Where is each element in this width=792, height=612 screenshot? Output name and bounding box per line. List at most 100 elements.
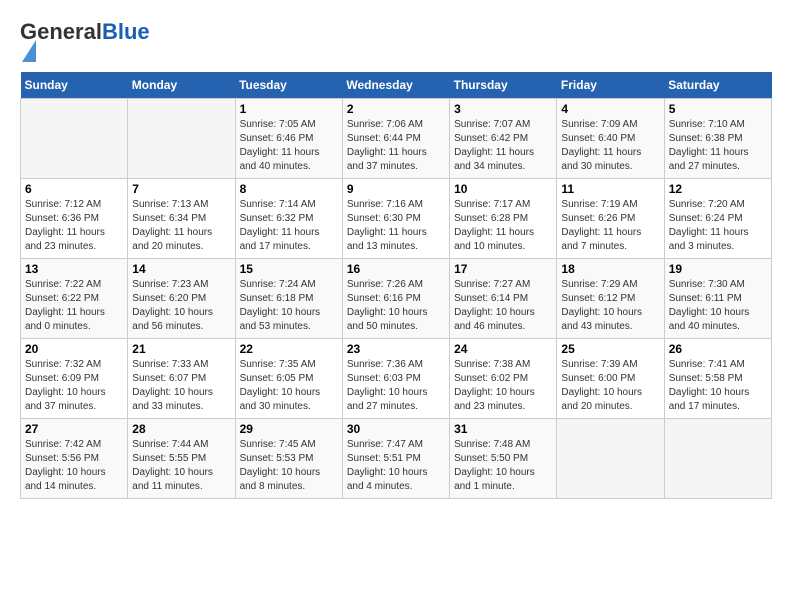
calendar-cell: 23 Sunrise: 7:36 AMSunset: 6:03 PMDayligh… bbox=[342, 339, 449, 419]
day-info: Sunrise: 7:38 AMSunset: 6:02 PMDaylight:… bbox=[454, 358, 552, 414]
calendar-cell: 3 Sunrise: 7:07 AMSunset: 6:42 PMDaylight… bbox=[450, 99, 557, 179]
calendar-cell: 29 Sunrise: 7:45 AMSunset: 5:53 PMDayligh… bbox=[235, 419, 342, 499]
day-number: 4 bbox=[561, 102, 659, 116]
day-number: 9 bbox=[347, 182, 445, 196]
day-info: Sunrise: 7:22 AMSunset: 6:22 PMDaylight:… bbox=[25, 278, 123, 334]
day-info: Sunrise: 7:20 AMSunset: 6:24 PMDaylight:… bbox=[669, 198, 767, 254]
day-number: 10 bbox=[454, 182, 552, 196]
calendar-table: SundayMondayTuesdayWednesdayThursdayFrid… bbox=[20, 72, 772, 499]
header-row: SundayMondayTuesdayWednesdayThursdayFrid… bbox=[21, 72, 772, 99]
week-row-4: 20 Sunrise: 7:32 AMSunset: 6:09 PMDayligh… bbox=[21, 339, 772, 419]
day-info: Sunrise: 7:12 AMSunset: 6:36 PMDaylight:… bbox=[25, 198, 123, 254]
calendar-cell: 31Sunrise: 7:48 AMSunset: 5:50 PMDayligh… bbox=[450, 419, 557, 499]
day-info: Sunrise: 7:16 AMSunset: 6:30 PMDaylight:… bbox=[347, 198, 445, 254]
calendar-cell: 13 Sunrise: 7:22 AMSunset: 6:22 PMDayligh… bbox=[21, 259, 128, 339]
day-info: Sunrise: 7:07 AMSunset: 6:42 PMDaylight:… bbox=[454, 118, 552, 174]
calendar-cell: 25Sunrise: 7:39 AMSunset: 6:00 PMDayligh… bbox=[557, 339, 664, 419]
day-number: 17 bbox=[454, 262, 552, 276]
day-info: Sunrise: 7:13 AMSunset: 6:34 PMDaylight:… bbox=[132, 198, 230, 254]
col-header-tuesday: Tuesday bbox=[235, 72, 342, 99]
calendar-cell: 22Sunrise: 7:35 AMSunset: 6:05 PMDayligh… bbox=[235, 339, 342, 419]
calendar-cell: 24Sunrise: 7:38 AMSunset: 6:02 PMDayligh… bbox=[450, 339, 557, 419]
day-number: 23 bbox=[347, 342, 445, 356]
day-info: Sunrise: 7:42 AMSunset: 5:56 PMDaylight:… bbox=[25, 438, 123, 494]
day-number: 18 bbox=[561, 262, 659, 276]
day-number: 6 bbox=[25, 182, 123, 196]
col-header-friday: Friday bbox=[557, 72, 664, 99]
day-number: 30 bbox=[347, 422, 445, 436]
day-info: Sunrise: 7:14 AMSunset: 6:32 PMDaylight:… bbox=[240, 198, 338, 254]
calendar-cell bbox=[128, 99, 235, 179]
page-header: GeneralBlue bbox=[20, 20, 772, 62]
day-number: 12 bbox=[669, 182, 767, 196]
day-info: Sunrise: 7:44 AMSunset: 5:55 PMDaylight:… bbox=[132, 438, 230, 494]
calendar-cell: 15Sunrise: 7:24 AMSunset: 6:18 PMDayligh… bbox=[235, 259, 342, 339]
day-number: 16 bbox=[347, 262, 445, 276]
day-number: 14 bbox=[132, 262, 230, 276]
calendar-cell: 10 Sunrise: 7:17 AMSunset: 6:28 PMDayligh… bbox=[450, 179, 557, 259]
day-info: Sunrise: 7:33 AMSunset: 6:07 PMDaylight:… bbox=[132, 358, 230, 414]
col-header-sunday: Sunday bbox=[21, 72, 128, 99]
day-info: Sunrise: 7:26 AMSunset: 6:16 PMDaylight:… bbox=[347, 278, 445, 334]
day-info: Sunrise: 7:47 AMSunset: 5:51 PMDaylight:… bbox=[347, 438, 445, 494]
day-number: 22 bbox=[240, 342, 338, 356]
calendar-cell: 14 Sunrise: 7:23 AMSunset: 6:20 PMDayligh… bbox=[128, 259, 235, 339]
day-info: Sunrise: 7:06 AMSunset: 6:44 PMDaylight:… bbox=[347, 118, 445, 174]
day-number: 8 bbox=[240, 182, 338, 196]
calendar-cell: 12 Sunrise: 7:20 AMSunset: 6:24 PMDayligh… bbox=[664, 179, 771, 259]
day-info: Sunrise: 7:36 AMSunset: 6:03 PMDaylight:… bbox=[347, 358, 445, 414]
day-number: 11 bbox=[561, 182, 659, 196]
day-number: 7 bbox=[132, 182, 230, 196]
day-number: 20 bbox=[25, 342, 123, 356]
day-number: 1 bbox=[240, 102, 338, 116]
calendar-cell: 18 Sunrise: 7:29 AMSunset: 6:12 PMDayligh… bbox=[557, 259, 664, 339]
logo-icon bbox=[22, 40, 36, 62]
day-info: Sunrise: 7:30 AMSunset: 6:11 PMDaylight:… bbox=[669, 278, 767, 334]
calendar-cell: 4 Sunrise: 7:09 AMSunset: 6:40 PMDaylight… bbox=[557, 99, 664, 179]
col-header-wednesday: Wednesday bbox=[342, 72, 449, 99]
calendar-cell: 8 Sunrise: 7:14 AMSunset: 6:32 PMDaylight… bbox=[235, 179, 342, 259]
col-header-monday: Monday bbox=[128, 72, 235, 99]
day-number: 25 bbox=[561, 342, 659, 356]
day-number: 19 bbox=[669, 262, 767, 276]
calendar-cell: 1 Sunrise: 7:05 AMSunset: 6:46 PMDaylight… bbox=[235, 99, 342, 179]
week-row-5: 27 Sunrise: 7:42 AMSunset: 5:56 PMDayligh… bbox=[21, 419, 772, 499]
day-number: 26 bbox=[669, 342, 767, 356]
day-info: Sunrise: 7:24 AMSunset: 6:18 PMDaylight:… bbox=[240, 278, 338, 334]
day-info: Sunrise: 7:41 AMSunset: 5:58 PMDaylight:… bbox=[669, 358, 767, 414]
calendar-cell: 20 Sunrise: 7:32 AMSunset: 6:09 PMDayligh… bbox=[21, 339, 128, 419]
logo-blue-text: Blue bbox=[102, 19, 150, 44]
day-info: Sunrise: 7:45 AMSunset: 5:53 PMDaylight:… bbox=[240, 438, 338, 494]
day-number: 2 bbox=[347, 102, 445, 116]
day-info: Sunrise: 7:32 AMSunset: 6:09 PMDaylight:… bbox=[25, 358, 123, 414]
day-number: 21 bbox=[132, 342, 230, 356]
calendar-cell: 28Sunrise: 7:44 AMSunset: 5:55 PMDayligh… bbox=[128, 419, 235, 499]
week-row-1: 1 Sunrise: 7:05 AMSunset: 6:46 PMDaylight… bbox=[21, 99, 772, 179]
day-info: Sunrise: 7:17 AMSunset: 6:28 PMDaylight:… bbox=[454, 198, 552, 254]
day-number: 27 bbox=[25, 422, 123, 436]
calendar-cell: 11 Sunrise: 7:19 AMSunset: 6:26 PMDayligh… bbox=[557, 179, 664, 259]
day-info: Sunrise: 7:29 AMSunset: 6:12 PMDaylight:… bbox=[561, 278, 659, 334]
calendar-cell: 30 Sunrise: 7:47 AMSunset: 5:51 PMDayligh… bbox=[342, 419, 449, 499]
calendar-cell: 5Sunrise: 7:10 AMSunset: 6:38 PMDaylight… bbox=[664, 99, 771, 179]
col-header-thursday: Thursday bbox=[450, 72, 557, 99]
day-info: Sunrise: 7:27 AMSunset: 6:14 PMDaylight:… bbox=[454, 278, 552, 334]
calendar-cell: 27 Sunrise: 7:42 AMSunset: 5:56 PMDayligh… bbox=[21, 419, 128, 499]
day-number: 29 bbox=[240, 422, 338, 436]
calendar-cell bbox=[557, 419, 664, 499]
calendar-cell: 9 Sunrise: 7:16 AMSunset: 6:30 PMDaylight… bbox=[342, 179, 449, 259]
calendar-cell: 17 Sunrise: 7:27 AMSunset: 6:14 PMDayligh… bbox=[450, 259, 557, 339]
day-number: 13 bbox=[25, 262, 123, 276]
day-info: Sunrise: 7:09 AMSunset: 6:40 PMDaylight:… bbox=[561, 118, 659, 174]
day-info: Sunrise: 7:23 AMSunset: 6:20 PMDaylight:… bbox=[132, 278, 230, 334]
day-info: Sunrise: 7:05 AMSunset: 6:46 PMDaylight:… bbox=[240, 118, 338, 174]
day-info: Sunrise: 7:48 AMSunset: 5:50 PMDaylight:… bbox=[454, 438, 552, 494]
day-info: Sunrise: 7:19 AMSunset: 6:26 PMDaylight:… bbox=[561, 198, 659, 254]
week-row-2: 6 Sunrise: 7:12 AMSunset: 6:36 PMDaylight… bbox=[21, 179, 772, 259]
calendar-cell: 7 Sunrise: 7:13 AMSunset: 6:34 PMDaylight… bbox=[128, 179, 235, 259]
day-number: 3 bbox=[454, 102, 552, 116]
calendar-cell: 16 Sunrise: 7:26 AMSunset: 6:16 PMDayligh… bbox=[342, 259, 449, 339]
day-info: Sunrise: 7:10 AMSunset: 6:38 PMDaylight:… bbox=[669, 118, 767, 174]
week-row-3: 13 Sunrise: 7:22 AMSunset: 6:22 PMDayligh… bbox=[21, 259, 772, 339]
calendar-cell: 19 Sunrise: 7:30 AMSunset: 6:11 PMDayligh… bbox=[664, 259, 771, 339]
